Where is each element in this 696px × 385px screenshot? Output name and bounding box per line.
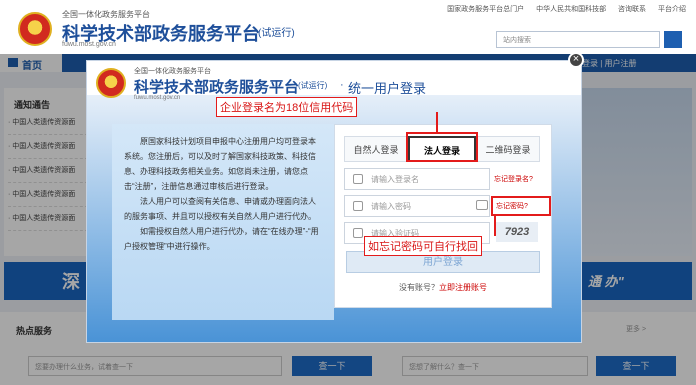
site-search-input[interactable]: 站内搜索 [496,31,660,48]
top-link-ministry[interactable]: 中华人民共和国科技部 [536,6,606,13]
modal-login-title: 统一用户登录 [348,81,427,96]
modal-site-title: 科学技术部政务服务平台 [134,79,300,96]
username-placeholder: 请输入登录名 [371,175,419,184]
top-link-portal[interactable]: 国家政务服务平台总门户 [447,6,524,13]
modal-subtitle: 全国一体化政务服务平台 [134,68,211,75]
tab-qr-code[interactable]: 二维码登录 [476,136,540,162]
modal-emblem-logo [96,68,126,98]
user-icon [353,174,363,184]
no-account-row: 没有账号？立即注册账号 [346,282,540,293]
modal-domain: fuwu.most.gov.cn [134,95,181,101]
arrow-line [436,112,438,134]
keyboard-icon[interactable] [476,200,488,210]
close-icon[interactable]: × [568,52,584,68]
shield-icon [353,228,363,238]
annotation-credit-code: 企业登录名为18位信用代码 [216,97,358,117]
top-link-contact[interactable]: 咨询联系 [618,6,646,13]
username-input[interactable]: 请输入登录名 [344,168,490,190]
no-account-text: 没有账号？ [399,283,439,292]
highlight-legal-tab [406,132,478,162]
intro-paragraph: 法人用户可以查阅有关信息、申请或办理面向法人的服务事项、并且可以授权有关自然人用… [124,197,316,221]
site-trial: (试运行) [258,28,295,39]
modal-dot: · [340,79,344,91]
search-icon[interactable] [664,31,682,48]
site-domain: fuwu.most.gov.cn [62,41,116,48]
lock-icon [353,201,363,211]
header-subtitle: 全国一体化政务服务平台 [62,10,150,19]
forgot-username-link[interactable]: 忘记登录名? [494,174,533,184]
annotation-forgot-password: 如忘记密码可自行找回 [364,236,482,256]
intro-paragraph: 原国家科技计划项目申报中心注册用户均可登录本系统。您注册后，可以及时了解国家科技… [124,137,316,191]
register-link[interactable]: 立即注册账号 [439,283,487,292]
intro-paragraph: 如需授权自然人用户进行代办，请在“在线办理”-“用户授权管理”中进行操作。 [124,227,319,251]
top-links: 国家政务服务平台总门户 中华人民共和国科技部 咨询联系 平台介绍 [437,4,686,14]
national-emblem-logo [18,12,52,46]
tab-natural-person[interactable]: 自然人登录 [344,136,408,162]
highlight-forgot-password [491,196,551,216]
top-link-about[interactable]: 平台介绍 [658,6,686,13]
captcha-image[interactable]: 7923 [496,222,538,242]
password-input[interactable]: 请输入密码 [344,195,490,217]
login-intro: 原国家科技计划项目申报中心注册用户均可登录本系统。您注册后，可以及时了解国家科技… [112,124,334,320]
password-placeholder: 请输入密码 [371,202,411,211]
arrow-line [494,216,496,236]
modal-trial: (试运行) [298,81,328,90]
